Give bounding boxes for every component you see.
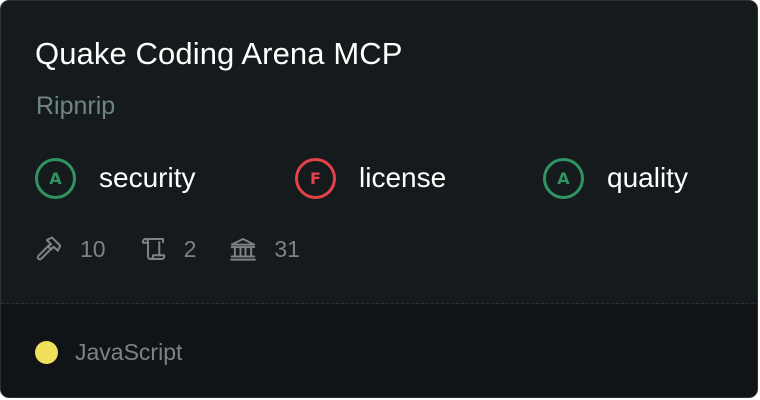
grade-badge: A (543, 157, 584, 199)
card-author: Ripnrip (36, 92, 116, 120)
score-quality: A quality (543, 155, 688, 201)
stats-row: 10 2 31 (34, 230, 332, 268)
stat-value: 10 (80, 235, 106, 262)
language-label: JavaScript (75, 339, 183, 365)
hammer-icon (34, 234, 64, 264)
card-footer: JavaScript (1, 304, 757, 397)
bank-icon (228, 234, 258, 264)
stat-tools: 10 (34, 234, 106, 264)
score-label: security (99, 162, 196, 193)
score-label: quality (607, 162, 688, 193)
score-license: F license (295, 155, 446, 201)
language-color-dot (35, 341, 58, 364)
stat-prompts: 2 (138, 234, 197, 264)
grade-badge: A (35, 157, 76, 199)
score-label: license (359, 162, 447, 193)
score-security: A security (35, 155, 195, 201)
card-title: Quake Coding Arena MCP (35, 36, 403, 71)
scroll-icon (138, 234, 168, 264)
stat-value: 2 (183, 235, 197, 262)
stat-resources: 31 (228, 234, 300, 264)
stat-value: 31 (274, 235, 300, 262)
grade-badge: F (295, 157, 336, 199)
server-card[interactable]: Quake Coding Arena MCP Ripnrip A securit… (0, 0, 758, 398)
